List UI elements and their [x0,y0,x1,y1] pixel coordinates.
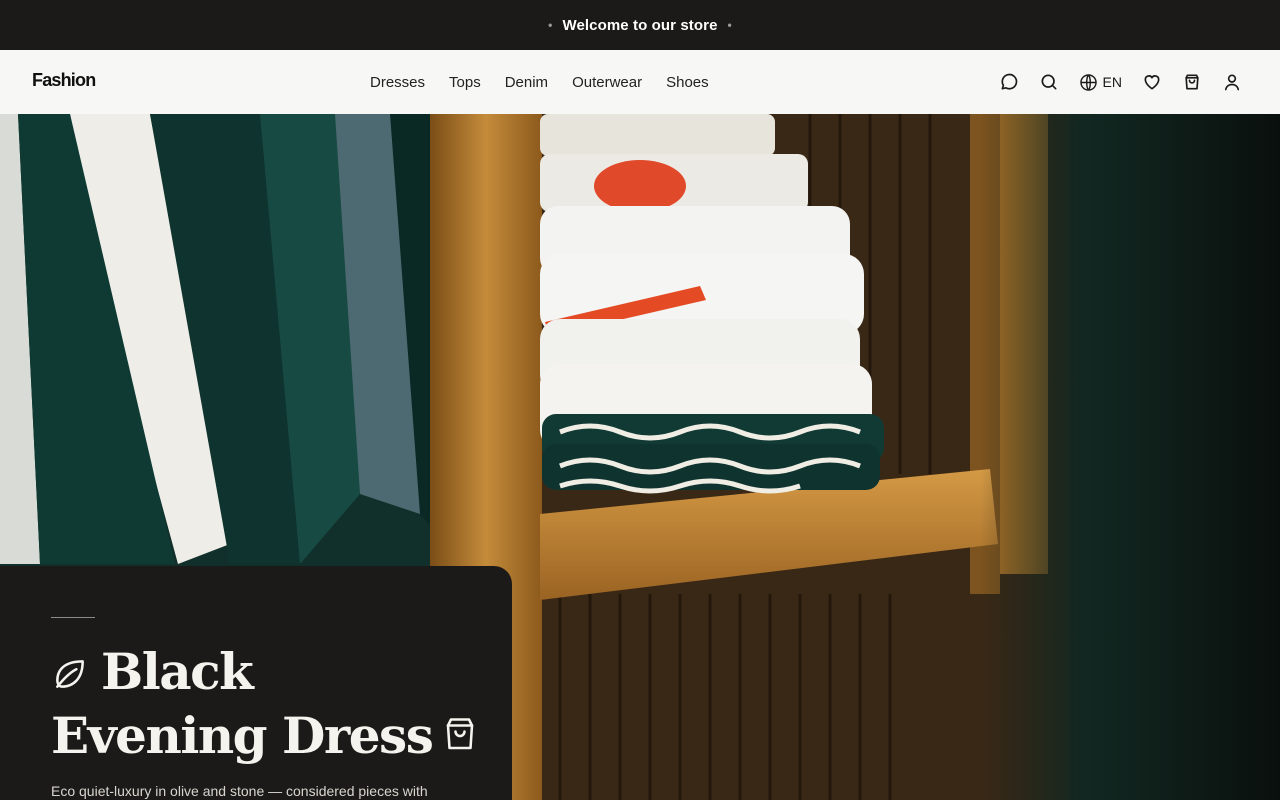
leaf-icon [51,646,89,706]
nav-dresses[interactable]: Dresses [370,74,425,91]
nav-shoes[interactable]: Shoes [666,74,709,91]
shopping-bag-icon[interactable] [442,706,478,766]
nav-tops[interactable]: Tops [449,74,481,91]
hero-title-line2: Evening Dress [51,706,434,765]
main-nav: Dresses Tops Denim Outerwear Shoes [370,50,733,114]
language-label: EN [1102,74,1122,90]
logo[interactable]: Fashion [32,70,96,91]
nav-outerwear[interactable]: Outerwear [572,74,642,91]
hero-title: Black Evening Dress [51,642,478,766]
header-actions: EN [999,50,1242,114]
announcement-bar: • Welcome to our store • [0,0,1280,50]
bullet-right: • [727,18,732,32]
hero-card: Black Evening Dress Eco quiet-luxury in … [0,566,512,800]
user-icon[interactable] [1222,72,1242,92]
language-selector[interactable]: EN [1079,73,1122,92]
heart-icon[interactable] [1142,72,1162,92]
divider [51,617,95,618]
hero-description: Eco quiet-luxury in olive and stone — co… [51,783,428,799]
site-header: Fashion Dresses Tops Denim Outerwear Sho… [0,50,1280,114]
nav-denim[interactable]: Denim [505,74,548,91]
chat-bubble-icon[interactable] [999,72,1019,92]
announcement-text: Welcome to our store [562,16,718,34]
globe-icon [1079,73,1098,92]
search-icon[interactable] [1039,72,1059,92]
hero-title-line1: Black [101,642,254,701]
shopping-bag-icon[interactable] [1182,72,1202,92]
bullet-left: • [548,18,553,32]
hero-banner: Black Evening Dress Eco quiet-luxury in … [0,114,1280,800]
